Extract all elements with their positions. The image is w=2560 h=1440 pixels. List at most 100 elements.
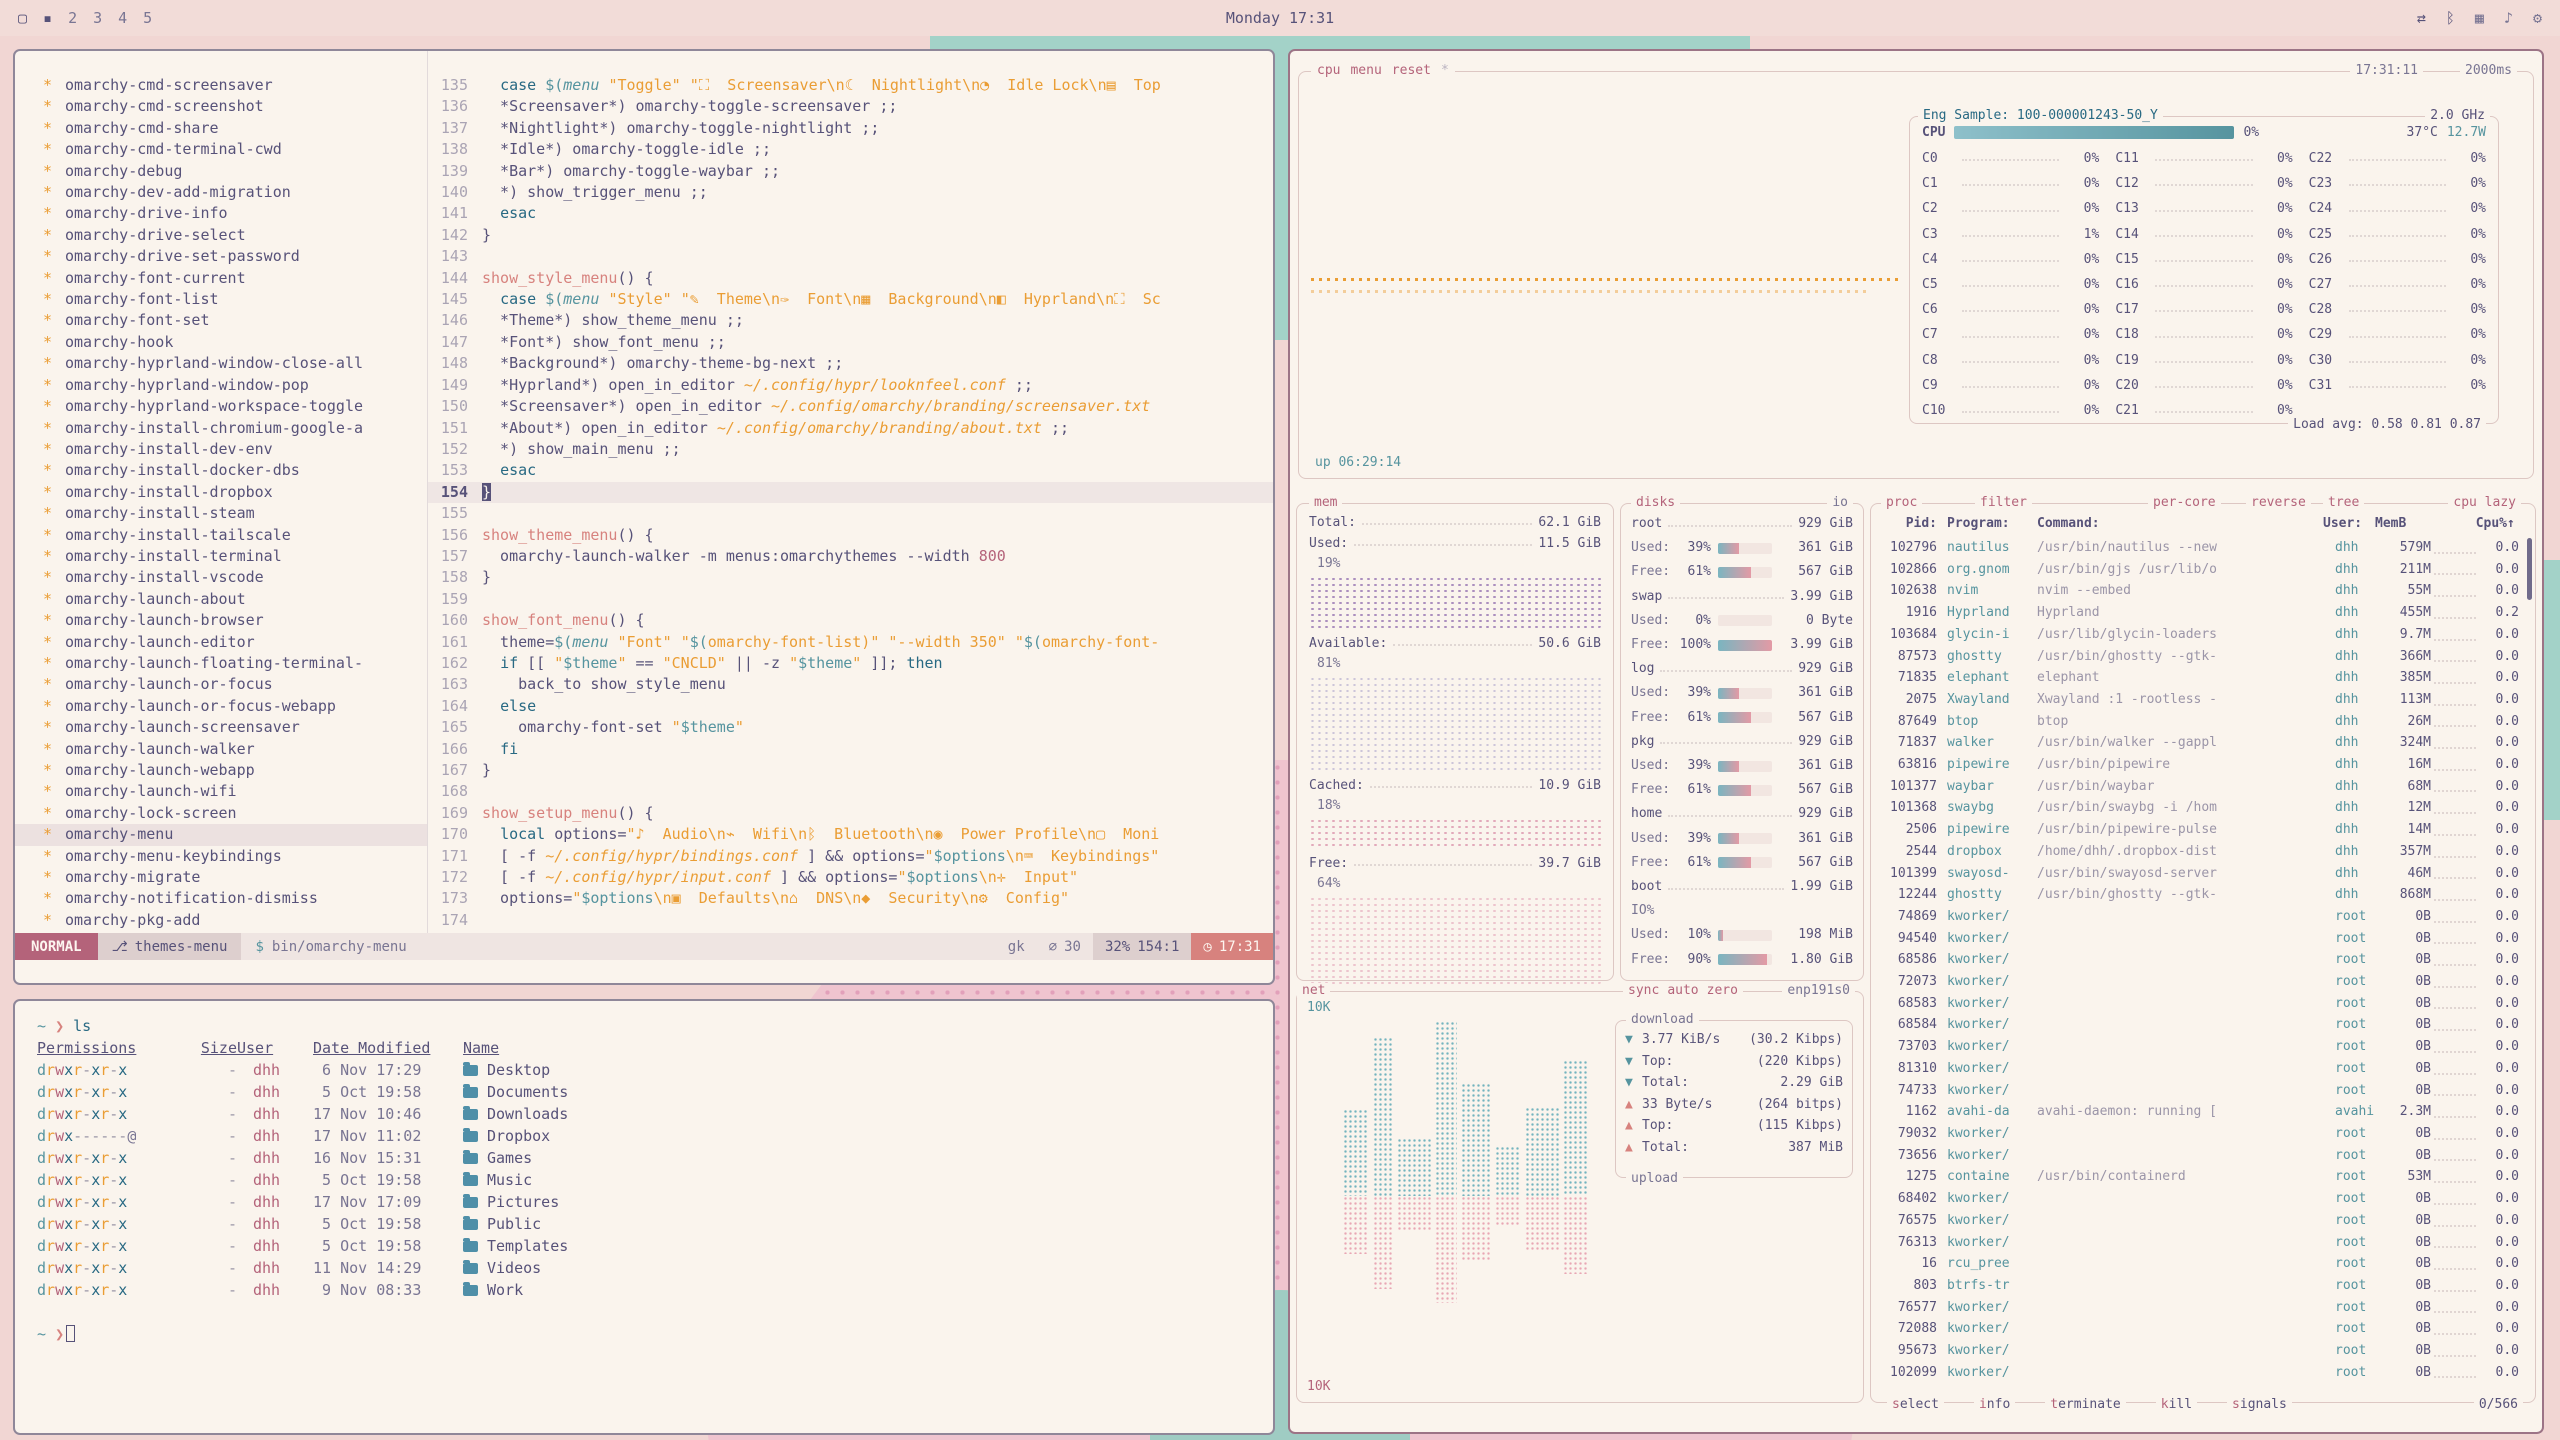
process-row[interactable]: 1916HyprlandHyprlanddhh455M0.2 [1881, 602, 2519, 624]
process-row[interactable]: 1275containe/usr/bin/containerdroot53M0.… [1881, 1166, 2519, 1188]
process-row[interactable]: 73656kworker/root0B0.0 [1881, 1145, 2519, 1167]
file-item[interactable]: *omarchy-drive-info [15, 203, 427, 224]
process-row[interactable]: 72088kworker/root0B0.0 [1881, 1318, 2519, 1340]
code-line[interactable]: 150 *Screensaver*) open_in_editor ~/.con… [428, 396, 1273, 417]
net-title[interactable]: net [1297, 983, 1330, 998]
code-line[interactable]: 165 omarchy-font-set "$theme" [428, 717, 1273, 738]
code-line[interactable]: 162 if [[ "$theme" == "CNCLD" || -z "$th… [428, 653, 1273, 674]
proc-action-select[interactable]: select [1887, 1397, 1944, 1412]
proc-action-terminate[interactable]: terminate [2045, 1397, 2125, 1412]
process-row[interactable]: 68402kworker/root0B0.0 [1881, 1188, 2519, 1210]
process-row[interactable]: 72073kworker/root0B0.0 [1881, 971, 2519, 993]
file-item[interactable]: *omarchy-launch-editor [15, 632, 427, 653]
code-line[interactable]: 144show_style_menu() { [428, 268, 1273, 289]
file-item[interactable]: *omarchy-menu-keybindings [15, 846, 427, 867]
code-line[interactable]: 143 [428, 246, 1273, 267]
code-line[interactable]: 142} [428, 225, 1273, 246]
code-line[interactable]: 149 *Hyprland*) open_in_editor ~/.config… [428, 375, 1273, 396]
file-item[interactable]: *omarchy-hyprland-window-pop [15, 375, 427, 396]
active-prompt[interactable]: ~ ❯ [37, 1323, 1251, 1345]
file-item[interactable]: *omarchy-menu [15, 824, 427, 845]
file-item[interactable]: *omarchy-font-list [15, 289, 427, 310]
workspace-3[interactable]: 3 [93, 9, 102, 27]
file-item[interactable]: *omarchy-hook [15, 332, 427, 353]
code-line[interactable]: 152 *) show_main_menu ;; [428, 439, 1273, 460]
directory-name[interactable]: Music [487, 1169, 532, 1191]
file-item[interactable]: *omarchy-migrate [15, 867, 427, 888]
screencast-icon[interactable]: ⇄ [2417, 9, 2426, 27]
code-line[interactable]: 174 [428, 910, 1273, 931]
file-item[interactable]: *omarchy-launch-about [15, 589, 427, 610]
code-line[interactable]: 138 *Idle*) omarchy-toggle-idle ;; [428, 139, 1273, 160]
file-item[interactable]: *omarchy-install-dropbox [15, 482, 427, 503]
code-line[interactable]: 137 *Nightlight*) omarchy-toggle-nightli… [428, 118, 1273, 139]
process-row[interactable]: 76577kworker/root0B0.0 [1881, 1297, 2519, 1319]
process-row[interactable]: 101368swaybg/usr/bin/swaybg -i /homdhh12… [1881, 797, 2519, 819]
code-line[interactable]: 168 [428, 781, 1273, 802]
command-line[interactable] [15, 960, 1273, 983]
code-line[interactable]: 146 *Theme*) show_theme_menu ;; [428, 310, 1273, 331]
directory-name[interactable]: Templates [487, 1235, 568, 1257]
btop-tab-menu[interactable]: menu [1350, 63, 1381, 78]
directory-name[interactable]: Public [487, 1213, 541, 1235]
file-item[interactable]: *omarchy-drive-select [15, 225, 427, 246]
code-line[interactable]: 158} [428, 567, 1273, 588]
process-row[interactable]: 12244ghostty/usr/bin/ghostty --gtk-dhh86… [1881, 884, 2519, 906]
directory-name[interactable]: Pictures [487, 1191, 559, 1213]
file-item[interactable]: *omarchy-launch-wifi [15, 781, 427, 802]
proc-action-info[interactable]: info [1974, 1397, 2015, 1412]
process-row[interactable]: 101399swayosd-/usr/bin/swayosd-serverdhh… [1881, 863, 2519, 885]
workspace-5[interactable]: 5 [143, 9, 152, 27]
process-row[interactable]: 102796nautilus/usr/bin/nautilus --newdhh… [1881, 537, 2519, 559]
code-line[interactable]: 140 *) show_trigger_menu ;; [428, 182, 1273, 203]
file-item[interactable]: *omarchy-launch-walker [15, 739, 427, 760]
workspace-overview-icon[interactable]: ▢ [18, 9, 27, 27]
btop-tab-cpu[interactable]: cpu [1317, 63, 1340, 78]
proc-action-signals[interactable]: signals [2227, 1397, 2292, 1412]
volume-icon[interactable]: ♪ [2504, 9, 2513, 27]
file-item[interactable]: *omarchy-pkg-add [15, 910, 427, 931]
process-row[interactable]: 2075XwaylandXwayland :1 -rootless -dhh11… [1881, 689, 2519, 711]
file-item[interactable]: *omarchy-launch-screensaver [15, 717, 427, 738]
disks-title[interactable]: disks [1631, 495, 1680, 510]
process-row[interactable]: 94540kworker/root0B0.0 [1881, 928, 2519, 950]
code-line[interactable]: 167} [428, 760, 1273, 781]
process-row[interactable]: 102638nvimnvim --embeddhh55M0.0 [1881, 580, 2519, 602]
bluetooth-icon[interactable]: ᛒ [2446, 9, 2455, 27]
process-row[interactable]: 68583kworker/root0B0.0 [1881, 993, 2519, 1015]
file-item[interactable]: *omarchy-launch-webapp [15, 760, 427, 781]
code-line[interactable]: 147 *Font*) show_font_menu ;; [428, 332, 1273, 353]
process-row[interactable]: 73703kworker/root0B0.0 [1881, 1036, 2519, 1058]
file-item[interactable]: *omarchy-install-tailscale [15, 525, 427, 546]
file-item[interactable]: *omarchy-cmd-terminal-cwd [15, 139, 427, 160]
file-item[interactable]: *omarchy-launch-or-focus-webapp [15, 696, 427, 717]
proc-action-kill[interactable]: kill [2156, 1397, 2197, 1412]
process-row[interactable]: 2544dropbox/home/dhh/.dropbox-distdhh357… [1881, 841, 2519, 863]
refresh-interval[interactable]: 2000ms [2460, 63, 2517, 78]
process-scrollbar[interactable] [2527, 538, 2532, 1390]
net-interface[interactable]: enp191s0 [1782, 983, 1855, 998]
process-row[interactable]: 71837walker/usr/bin/walker --gappldhh324… [1881, 732, 2519, 754]
code-line[interactable]: 163 back_to show_style_menu [428, 674, 1273, 695]
process-row[interactable]: 81310kworker/root0B0.0 [1881, 1058, 2519, 1080]
keyboard-layout-icon[interactable]: ▦ [2475, 9, 2484, 27]
process-row[interactable]: 87573ghostty/usr/bin/ghostty --gtk-dhh36… [1881, 646, 2519, 668]
proc-tab-tree[interactable]: tree [2323, 495, 2364, 510]
directory-name[interactable]: Desktop [487, 1059, 550, 1081]
process-row[interactable]: 102099kworker/root0B0.0 [1881, 1362, 2519, 1384]
code-line[interactable]: 170 local options="♪ Audio\n⌁ Wifi\nᛒ Bl… [428, 824, 1273, 845]
net-mode-sync[interactable]: sync [1628, 983, 1659, 998]
code-line[interactable]: 153 esac [428, 460, 1273, 481]
process-row[interactable]: 1162avahi-daavahi-daemon: running [avahi… [1881, 1101, 2519, 1123]
process-row[interactable]: 71835elephantelephantdhh385M0.0 [1881, 667, 2519, 689]
proc-tab-per-core[interactable]: per-core [2148, 495, 2221, 510]
code-line[interactable]: 151 *About*) open_in_editor ~/.config/om… [428, 418, 1273, 439]
process-row[interactable]: 79032kworker/root0B0.0 [1881, 1123, 2519, 1145]
proc-tab-reverse[interactable]: reverse [2246, 495, 2311, 510]
code-line[interactable]: 139 *Bar*) omarchy-toggle-waybar ;; [428, 161, 1273, 182]
file-item[interactable]: *omarchy-launch-floating-terminal- [15, 653, 427, 674]
file-item[interactable]: *omarchy-install-steam [15, 503, 427, 524]
process-row[interactable]: 95673kworker/root0B0.0 [1881, 1340, 2519, 1362]
code-line[interactable]: 154} [428, 482, 1273, 503]
code-line[interactable]: 160show_font_menu() { [428, 610, 1273, 631]
